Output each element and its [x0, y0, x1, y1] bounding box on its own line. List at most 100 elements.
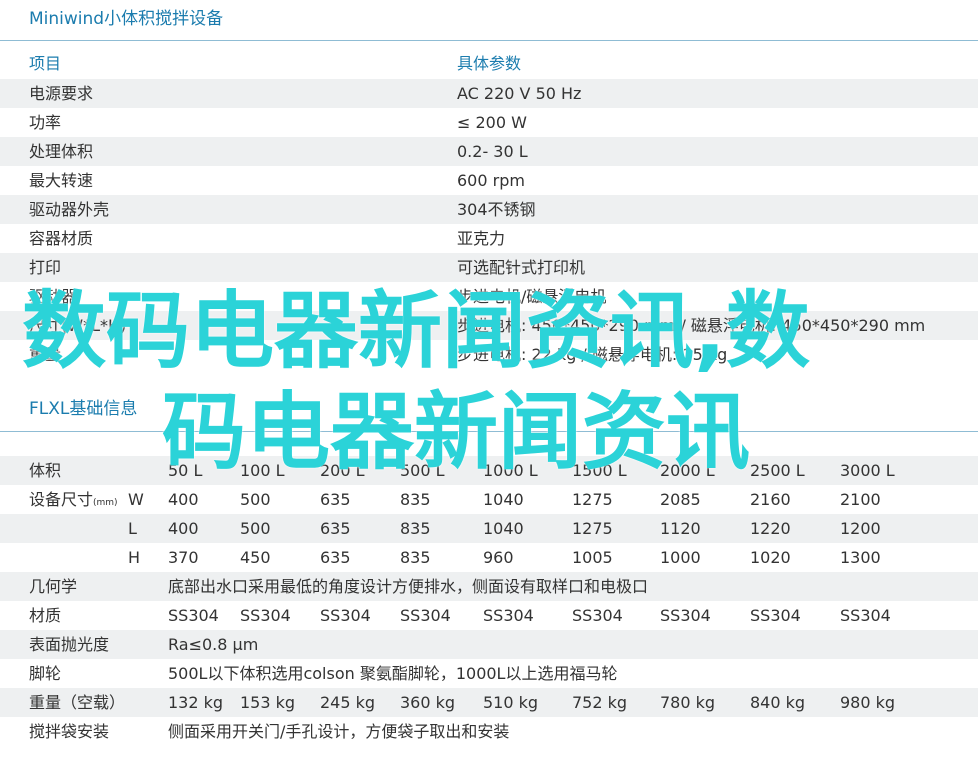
size-value: 635 — [320, 548, 351, 567]
row-key: 重量 — [29, 345, 62, 364]
row-key: 驱动器外壳 — [29, 200, 110, 219]
size-value: 450 — [240, 548, 271, 567]
volume-col: 2000 L — [660, 461, 715, 480]
table1-title: Miniwind小体积搅拌设备 — [29, 9, 224, 29]
row-key: 功率 — [29, 113, 62, 132]
geometry-value: 底部出水口采用最低的角度设计方便排水，侧面设有取样口和电极口 — [168, 577, 649, 596]
table2-polish-row: 表面抛光度 Ra≤0.8 μm — [0, 630, 978, 659]
polish-value: Ra≤0.8 μm — [168, 635, 259, 654]
table1-header-key: 项目 — [29, 54, 62, 73]
material-label: 材质 — [29, 606, 62, 625]
volume-col: 50 L — [168, 461, 203, 480]
row-key: 最大转速 — [29, 171, 94, 190]
size-value: 2100 — [840, 490, 881, 509]
row-value: 可选配针式打印机 — [457, 258, 586, 277]
volume-col: 3000 L — [840, 461, 895, 480]
table-row: 驱动器外壳 304不锈钢 — [0, 195, 978, 224]
size-value: 2160 — [750, 490, 791, 509]
row-key: 尺寸(W*L*H) — [29, 316, 127, 335]
row-key: 电源要求 — [29, 84, 94, 103]
size-value: 370 — [168, 548, 199, 567]
row-key: 处理体积 — [29, 142, 94, 161]
weight-value: 510 kg — [483, 693, 539, 712]
size-value: 635 — [320, 490, 351, 509]
row-value: ≤ 200 W — [457, 113, 527, 132]
weight-label: 重量（空载） — [29, 693, 126, 712]
material-value: SS304 — [240, 606, 291, 625]
size-value: 835 — [400, 490, 431, 509]
size-value: 1275 — [572, 519, 613, 538]
table2-material-row: 材质 SS304 SS304 SS304 SS304 SS304 SS304 S… — [0, 601, 978, 630]
volume-col: 1000 L — [483, 461, 538, 480]
row-value: 0.2- 30 L — [457, 142, 528, 161]
weight-value: 245 kg — [320, 693, 376, 712]
geometry-label: 几何学 — [29, 577, 78, 596]
volume-col: 100 L — [240, 461, 285, 480]
table2-size-w-row: 设备尺寸(mm) W 400 500 635 835 1040 1275 208… — [0, 485, 978, 514]
volume-col: 1500 L — [572, 461, 627, 480]
material-value: SS304 — [400, 606, 451, 625]
size-value: 1040 — [483, 519, 524, 538]
row-value: 步进电机/磁悬浮电机 — [457, 287, 607, 306]
table-row: 重量 步进电机: 22 kg / 磁悬浮电机: 15 kg — [0, 340, 978, 369]
weight-value: 132 kg — [168, 693, 224, 712]
size-label-text: 设备尺寸 — [29, 490, 94, 509]
volume-col: 500 L — [400, 461, 445, 480]
wheels-label: 脚轮 — [29, 664, 62, 683]
material-value: SS304 — [660, 606, 711, 625]
weight-value: 360 kg — [400, 693, 456, 712]
size-axis: L — [128, 519, 137, 538]
size-value: 960 — [483, 548, 514, 567]
table-row: 功率 ≤ 200 W — [0, 108, 978, 137]
row-key: 驱动器 — [29, 287, 78, 306]
table2-geometry-row: 几何学 底部出水口采用最低的角度设计方便排水，侧面设有取样口和电极口 — [0, 572, 978, 601]
size-value: 1200 — [840, 519, 881, 538]
table-row: 容器材质 亚克力 — [0, 224, 978, 253]
weight-value: 780 kg — [660, 693, 716, 712]
table-row: 处理体积 0.2- 30 L — [0, 137, 978, 166]
material-value: SS304 — [320, 606, 371, 625]
table2-bag-row: 搅拌袋安装 侧面采用开关门/手孔设计，方便袋子取出和安装 — [0, 717, 978, 746]
size-value: 1275 — [572, 490, 613, 509]
size-value: 835 — [400, 519, 431, 538]
row-value: AC 220 V 50 Hz — [457, 84, 582, 103]
size-value: 400 — [168, 519, 199, 538]
volume-label: 体积 — [29, 461, 62, 480]
size-value: 1220 — [750, 519, 791, 538]
table1-header-value: 具体参数 — [457, 54, 522, 73]
size-value: 1040 — [483, 490, 524, 509]
size-value: 500 — [240, 519, 271, 538]
size-value: 1300 — [840, 548, 881, 567]
size-axis: W — [128, 490, 144, 509]
weight-value: 153 kg — [240, 693, 296, 712]
wheels-value: 500L以下体积选用colson 聚氨酯脚轮，1000L以上选用福马轮 — [168, 664, 618, 683]
size-value: 835 — [400, 548, 431, 567]
size-value: 635 — [320, 519, 351, 538]
size-value: 2085 — [660, 490, 701, 509]
row-key: 打印 — [29, 258, 62, 277]
table-row: 打印 可选配针式打印机 — [0, 253, 978, 282]
bag-value: 侧面采用开关门/手孔设计，方便袋子取出和安装 — [168, 722, 510, 741]
row-value: 600 rpm — [457, 171, 525, 190]
material-value: SS304 — [750, 606, 801, 625]
table2-wheels-row: 脚轮 500L以下体积选用colson 聚氨酯脚轮，1000L以上选用福马轮 — [0, 659, 978, 688]
material-value: SS304 — [840, 606, 891, 625]
bag-label: 搅拌袋安装 — [29, 722, 110, 741]
material-value: SS304 — [483, 606, 534, 625]
table-row: 最大转速 600 rpm — [0, 166, 978, 195]
table2-top-rule — [0, 431, 978, 432]
volume-col: 2500 L — [750, 461, 805, 480]
row-key: 容器材质 — [29, 229, 94, 248]
table2-volume-row: 体积 50 L 100 L 200 L 500 L 1000 L 1500 L … — [0, 456, 978, 485]
size-value: 1000 — [660, 548, 701, 567]
size-value: 500 — [240, 490, 271, 509]
weight-value: 752 kg — [572, 693, 628, 712]
volume-col: 200 L — [320, 461, 365, 480]
table2-size-h-row: H 370 450 635 835 960 1005 1000 1020 130… — [0, 543, 978, 572]
table-row: 尺寸(W*L*H) 步进电机: 450*450*290 mm / 磁悬浮电机: … — [0, 311, 978, 340]
row-value: 步进电机: 450*450*290 mm / 磁悬浮电机: 450*450*29… — [457, 316, 926, 335]
size-value: 1005 — [572, 548, 613, 567]
table2-size-l-row: L 400 500 635 835 1040 1275 1120 1220 12… — [0, 514, 978, 543]
table1-top-rule — [0, 40, 978, 41]
weight-value: 840 kg — [750, 693, 806, 712]
